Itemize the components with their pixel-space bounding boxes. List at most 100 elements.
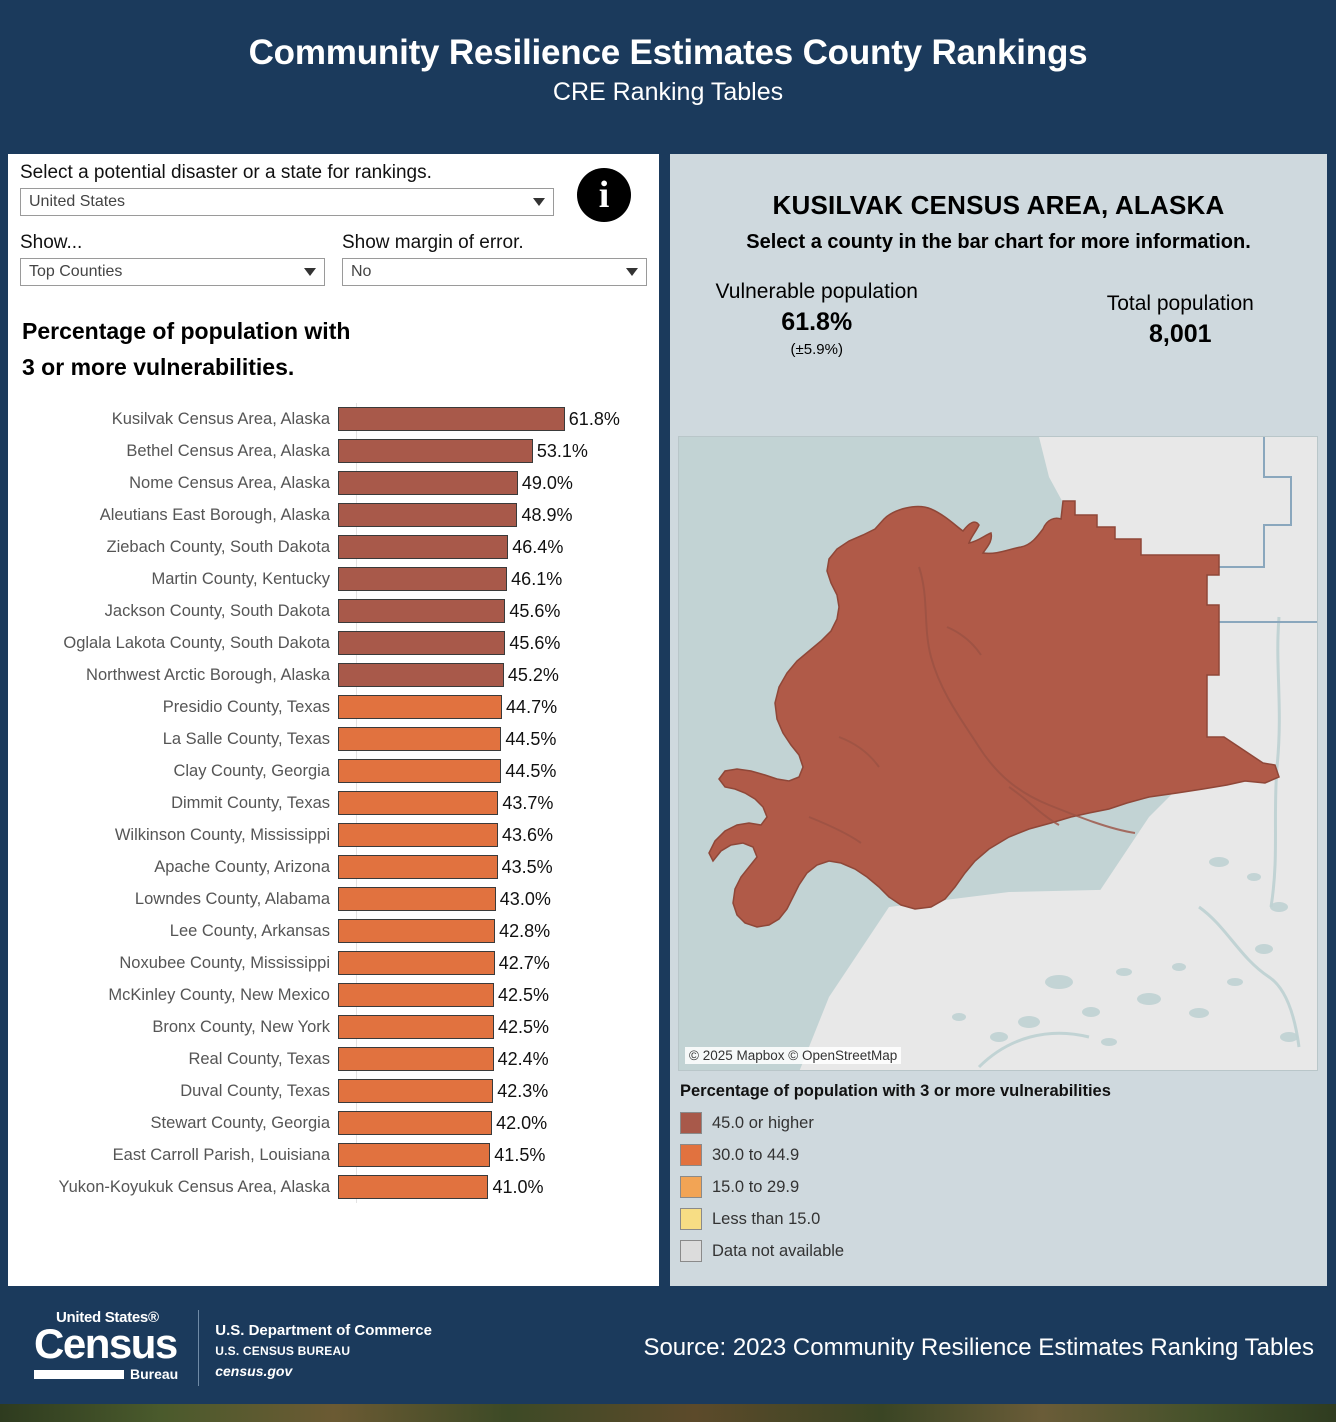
bar[interactable] (338, 535, 509, 560)
bar[interactable] (338, 1047, 494, 1072)
bar-track: 43.7% (338, 787, 659, 819)
legend-row[interactable]: 15.0 to 29.9 (680, 1171, 1310, 1203)
legend-label: 45.0 or higher (712, 1113, 814, 1132)
bar-row[interactable]: La Salle County, Texas 44.5% (8, 723, 659, 755)
legend-label: Data not available (712, 1241, 845, 1260)
bar[interactable] (338, 887, 496, 912)
bar[interactable] (338, 567, 508, 592)
bar-value-label: 49.0% (521, 472, 573, 493)
total-population-stat: Total population 8,001 (1004, 280, 1328, 358)
bar[interactable] (338, 823, 498, 848)
bar-track: 43.6% (338, 819, 659, 851)
bar-track: 42.0% (338, 1107, 659, 1139)
disaster-select[interactable]: United States (20, 188, 554, 216)
page-title: Community Resilience Estimates County Ra… (248, 33, 1088, 72)
chart-heading-line-1: Percentage of population with (22, 318, 351, 344)
bar-label: Bethel Census Area, Alaska (126, 441, 330, 460)
page-header: Community Resilience Estimates County Ra… (0, 0, 1336, 140)
bar[interactable] (338, 1143, 491, 1168)
bar[interactable] (338, 1175, 489, 1200)
info-icon[interactable]: i (577, 168, 631, 222)
bar-label: Bronx County, New York (152, 1017, 330, 1036)
bar[interactable] (338, 695, 503, 720)
bar-row[interactable]: Dimmit County, Texas 43.7% (8, 787, 659, 819)
county-map[interactable]: © 2025 Mapbox © OpenStreetMap (678, 436, 1318, 1071)
source-note: Source: 2023 Community Resilience Estima… (643, 1334, 1314, 1361)
bar-row[interactable]: Martin County, Kentucky 46.1% (8, 563, 659, 595)
bar-label: Martin County, Kentucky (151, 569, 330, 588)
bar[interactable] (338, 503, 518, 528)
bar-value-label: 53.1% (536, 440, 588, 461)
bar[interactable] (338, 791, 499, 816)
bar[interactable] (338, 727, 502, 752)
bar-row[interactable]: Noxubee County, Mississippi 42.7% (8, 947, 659, 979)
bar-row[interactable]: Bethel Census Area, Alaska 53.1% (8, 435, 659, 467)
bar[interactable] (338, 631, 506, 656)
bar-row[interactable]: Presidio County, Texas 44.7% (8, 691, 659, 723)
bar-value-label: 45.2% (507, 664, 559, 685)
bar[interactable] (338, 1111, 493, 1136)
bar-track: 46.1% (338, 563, 659, 595)
bar-row[interactable]: Real County, Texas 42.4% (8, 1043, 659, 1075)
legend-color-swatch (680, 1112, 702, 1134)
bar[interactable] (338, 759, 502, 784)
bar-label: Oglala Lakota County, South Dakota (63, 633, 330, 652)
bar-row[interactable]: Kusilvak Census Area, Alaska 61.8% (8, 403, 659, 435)
bar[interactable] (338, 855, 498, 880)
bar[interactable] (338, 983, 494, 1008)
bar[interactable] (338, 1079, 494, 1104)
bar-row[interactable]: Ziebach County, South Dakota 46.4% (8, 531, 659, 563)
rankings-panel: Select a potential disaster or a state f… (6, 152, 661, 1288)
disaster-select-row: United States (20, 188, 647, 216)
bar[interactable] (338, 407, 565, 432)
bar-row[interactable]: Lowndes County, Alabama 43.0% (8, 883, 659, 915)
footer-divider (198, 1310, 200, 1386)
bar-row[interactable]: Aleutians East Borough, Alaska 48.9% (8, 499, 659, 531)
bar[interactable] (338, 1015, 494, 1040)
map-attribution: © 2025 Mapbox © OpenStreetMap (685, 1047, 902, 1064)
bar-row[interactable]: McKinley County, New Mexico 42.5% (8, 979, 659, 1011)
bar[interactable] (338, 663, 504, 688)
bar-row[interactable]: Duval County, Texas 42.3% (8, 1075, 659, 1107)
bar-row[interactable]: Yukon-Koyukuk Census Area, Alaska 41.0% (8, 1171, 659, 1203)
legend-label: 15.0 to 29.9 (712, 1177, 800, 1196)
show-select[interactable]: Top Counties (20, 258, 325, 286)
legend-row[interactable]: 30.0 to 44.9 (680, 1139, 1310, 1171)
bar-row[interactable]: Oglala Lakota County, South Dakota 45.6% (8, 627, 659, 659)
disaster-select-label: Select a potential disaster or a state f… (20, 162, 432, 183)
ranking-bar-chart: Kusilvak Census Area, Alaska 61.8% Bethel … (8, 403, 659, 1204)
bar[interactable] (338, 951, 495, 976)
census-logo-line-3-row: Bureau (34, 1367, 178, 1381)
bar-row[interactable]: Stewart County, Georgia 42.0% (8, 1107, 659, 1139)
legend-row[interactable]: Less than 15.0 (680, 1203, 1310, 1235)
bar-track: 45.6% (338, 595, 659, 627)
bar-row[interactable]: Nome Census Area, Alaska 49.0% (8, 467, 659, 499)
bar-row[interactable]: Northwest Arctic Borough, Alaska 45.2% (8, 659, 659, 691)
department-block: U.S. Department of Commerce U.S. CENSUS … (215, 1310, 432, 1379)
bar-row[interactable]: East Carroll Parish, Louisiana 41.5% (8, 1139, 659, 1171)
bar-row[interactable]: Apache County, Arizona 43.5% (8, 851, 659, 883)
bar-row[interactable]: Clay County, Georgia 44.5% (8, 755, 659, 787)
bar-label: Wilkinson County, Mississippi (114, 825, 330, 844)
legend-label: 30.0 to 44.9 (712, 1145, 800, 1164)
bar-value-label: 44.7% (506, 696, 558, 717)
bar-row[interactable]: Lee County, Arkansas 42.8% (8, 915, 659, 947)
moe-select[interactable]: No (342, 258, 647, 286)
legend-row[interactable]: Data not available (680, 1235, 1310, 1267)
bar[interactable] (338, 471, 518, 496)
bar-value-label: 45.6% (509, 632, 561, 653)
bar[interactable] (338, 919, 496, 944)
bar[interactable] (338, 599, 506, 624)
total-population-value: 8,001 (1148, 320, 1212, 348)
bar-row[interactable]: Wilkinson County, Mississippi 43.6% (8, 819, 659, 851)
chart-heading-line-2: 3 or more vulnerabilities. (22, 353, 295, 380)
bar-row[interactable]: Jackson County, South Dakota 45.6% (8, 595, 659, 627)
legend-row[interactable]: 45.0 or higher (680, 1107, 1310, 1139)
bar-track: 44.5% (338, 755, 659, 787)
bar-row[interactable]: Bronx County, New York 42.5% (8, 1011, 659, 1043)
bar-label: Yukon-Koyukuk Census Area, Alaska (58, 1177, 331, 1196)
show-select-label: Show... (20, 232, 83, 253)
bar-value-label: 46.4% (512, 536, 564, 557)
bar[interactable] (338, 439, 533, 464)
moe-control: Show margin of error. No (342, 232, 659, 286)
